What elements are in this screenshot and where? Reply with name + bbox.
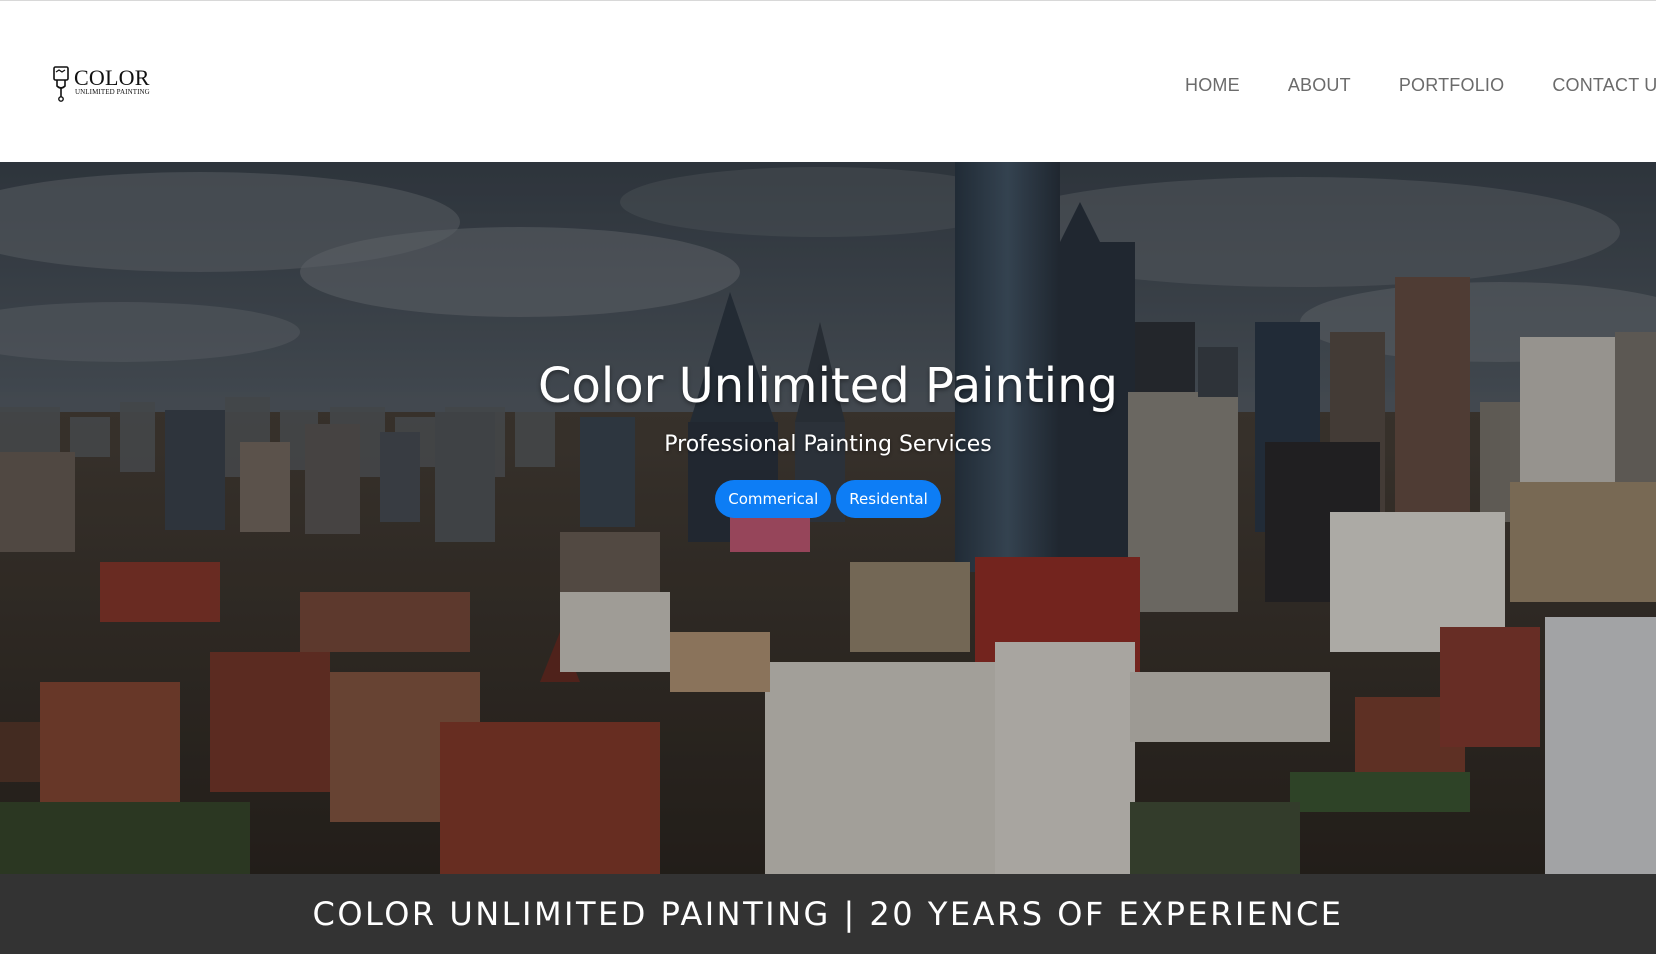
nav-about[interactable]: ABOUT bbox=[1288, 75, 1351, 96]
nav-portfolio[interactable]: PORTFOLIO bbox=[1399, 75, 1505, 96]
hero-section: Color Unlimited Painting Professional Pa… bbox=[0, 162, 1656, 874]
main-nav: HOME ABOUT PORTFOLIO CONTACT US bbox=[1185, 71, 1656, 99]
residential-button[interactable]: Residental bbox=[836, 480, 941, 518]
commercial-button[interactable]: Commerical bbox=[715, 480, 832, 518]
hero-content: Color Unlimited Painting Professional Pa… bbox=[0, 162, 1656, 874]
paintbrush-icon bbox=[53, 66, 69, 102]
nav-home[interactable]: HOME bbox=[1185, 75, 1240, 96]
hero-title: Color Unlimited Painting bbox=[538, 358, 1118, 414]
experience-banner: COLOR UNLIMITED PAINTING | 20 YEARS OF E… bbox=[0, 874, 1656, 954]
banner-text: COLOR UNLIMITED PAINTING | 20 YEARS OF E… bbox=[312, 895, 1344, 933]
site-header: COLOR UNLIMITED PAINTING HOME ABOUT PORT… bbox=[0, 1, 1656, 162]
logo-subtitle: UNLIMITED PAINTING bbox=[75, 88, 150, 96]
site-logo[interactable]: COLOR UNLIMITED PAINTING bbox=[52, 66, 162, 102]
hero-subtitle: Professional Painting Services bbox=[664, 432, 992, 457]
logo-wordmark: COLOR bbox=[74, 65, 150, 90]
hero-button-group: Commerical Residental bbox=[0, 480, 1656, 518]
nav-contact-us[interactable]: CONTACT US bbox=[1552, 75, 1656, 96]
